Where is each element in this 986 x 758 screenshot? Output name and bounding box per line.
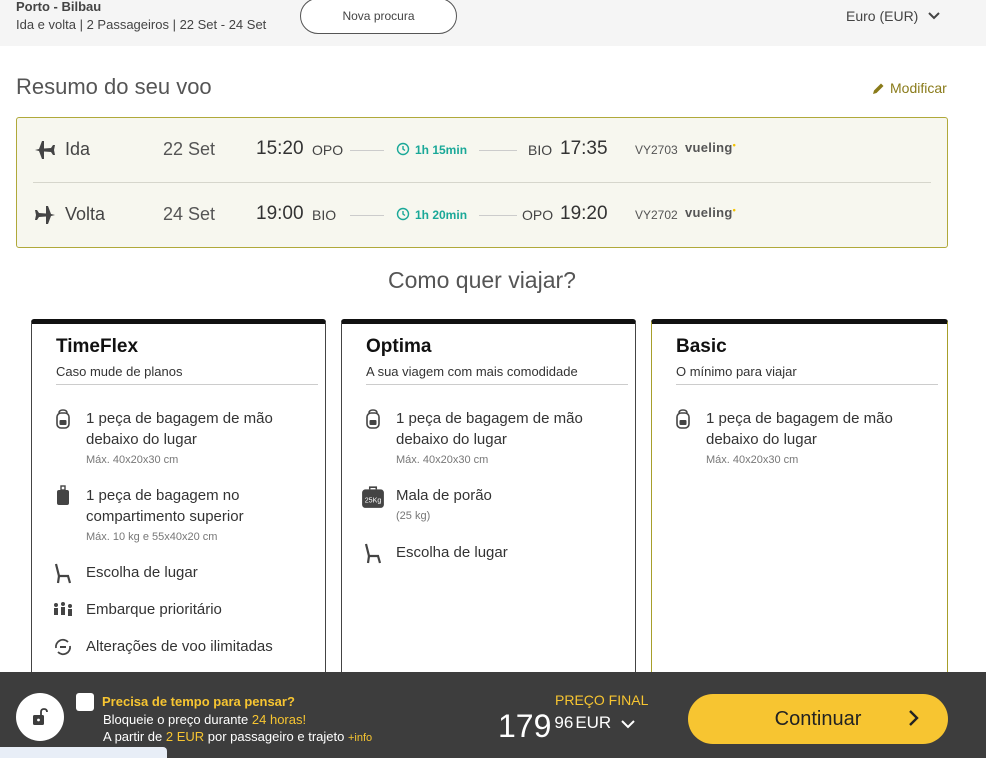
arrival-time: 19:20 [560, 203, 608, 224]
feature-note: Máx. 40x20x30 cm [706, 454, 799, 466]
clock-icon [396, 142, 410, 156]
price-currency: EUR [575, 713, 612, 732]
final-price[interactable]: 179 96 EUR [498, 708, 635, 744]
trip-details: Ida e volta | 2 Passageiros | 22 Set - 2… [16, 17, 267, 32]
route-line [350, 150, 384, 151]
backpack-icon [56, 409, 70, 429]
flight-number: VY2702 [635, 208, 678, 222]
fare-card-basic[interactable]: Basic O mínimo para viajar 1 peça de bag… [651, 319, 948, 699]
feature-note: Máx. 10 kg e 55x40x20 cm [86, 531, 218, 543]
fare-subtitle: A sua viagem com mais comodidade [366, 364, 578, 379]
continue-button[interactable]: Continuar [688, 694, 948, 744]
price-lock-checkbox[interactable] [76, 693, 94, 711]
price-lock-button[interactable] [16, 693, 64, 741]
arrival-time: 17:35 [560, 138, 608, 159]
clock-icon [396, 207, 410, 221]
seat-icon [54, 563, 72, 584]
divider [366, 384, 628, 385]
leg-date: 24 Set [163, 204, 216, 224]
modify-link[interactable]: Modificar [872, 80, 947, 96]
fare-card-optima[interactable]: Optima A sua viagem com mais comodidade … [341, 319, 636, 699]
feature-text: Embarque prioritário [86, 601, 222, 618]
feature-text: 1 peça de bagagem de mão debaixo do luga… [86, 410, 273, 448]
flight-number: VY2703 [635, 143, 678, 157]
fare-card-timeflex[interactable]: TimeFlex Caso mude de planos 1 peça de b… [31, 319, 326, 699]
feature-text: Mala de porão [396, 487, 492, 504]
modify-label: Modificar [890, 80, 947, 96]
fare-section-title: Como quer viajar? [388, 267, 576, 293]
vueling-logo: vueling• [685, 205, 737, 220]
leg-label: Volta [65, 204, 106, 224]
currency-selector[interactable]: Euro (EUR) [846, 8, 941, 24]
price-integer: 179 [498, 708, 552, 744]
checked-bag-25kg-icon: 25Kg [362, 486, 384, 508]
departure-airport: BIO [312, 207, 337, 223]
feature-text: 1 peça de bagagem de mão debaixo do luga… [396, 410, 583, 448]
price-lock-fee: A partir de 2 EUR por passageiro e traje… [103, 729, 373, 744]
flight-change-icon [55, 638, 71, 656]
fare-name: TimeFlex [56, 336, 139, 357]
chevron-right-icon [909, 710, 919, 726]
trolley-bag-icon [57, 485, 69, 505]
route-line [350, 215, 384, 216]
feature-text: Escolha de lugar [396, 544, 508, 561]
price-lock-title: Precisa de tempo para pensar? [102, 694, 295, 709]
backpack-icon [676, 409, 690, 429]
fare-subtitle: O mínimo para viajar [676, 364, 797, 379]
backpack-icon [366, 409, 380, 429]
flight-duration: 1h 15min [415, 143, 468, 157]
more-info-link[interactable]: +info [348, 732, 372, 744]
departure-time: 15:20 [256, 138, 304, 159]
seat-icon [364, 543, 382, 564]
departure-time: 19:00 [256, 203, 304, 224]
unlock-icon [33, 708, 48, 725]
price-decimals: 96 [554, 713, 574, 732]
flight-duration: 1h 20min [415, 208, 468, 222]
chevron-down-icon [928, 12, 941, 20]
checkout-bar: Precisa de tempo para pensar? Bloqueie o… [0, 672, 986, 758]
flight-leg-return: Volta 24 Set 19:00 BIO 1h 20min OPO 19:2… [17, 183, 947, 247]
vueling-logo: vueling• [685, 140, 737, 155]
pencil-icon [873, 83, 884, 94]
divider [56, 384, 318, 385]
route-line [479, 215, 517, 216]
flight-summary-box: Ida 22 Set 15:20 OPO 1h 15min BIO 17:35 … [16, 117, 948, 248]
fare-name: Basic [676, 336, 727, 357]
continue-label: Continuar [774, 707, 862, 730]
leg-label: Ida [65, 139, 91, 159]
price-lock-description: Bloqueie o preço durante 24 horas! [103, 712, 307, 727]
arrival-airport: OPO [522, 207, 554, 223]
feature-text: Alterações de voo ilimitadas [86, 638, 273, 655]
currency-label: Euro (EUR) [846, 8, 919, 24]
feature-note: (25 kg) [396, 510, 431, 522]
fare-name: Optima [366, 336, 432, 357]
new-search-button[interactable]: Nova procura [300, 0, 457, 34]
feature-note: Máx. 40x20x30 cm [396, 454, 489, 466]
fare-subtitle: Caso mude de planos [56, 364, 183, 379]
chevron-down-icon [621, 720, 635, 729]
route-line [479, 150, 517, 151]
divider [676, 384, 938, 385]
final-price-label: PREÇO FINAL [555, 692, 649, 708]
flight-leg-outbound: Ida 22 Set 15:20 OPO 1h 15min BIO 17:35 … [17, 118, 947, 182]
search-summary-bar: Porto - Bilbau Ida e volta | 2 Passageir… [0, 0, 986, 46]
feedback-tab[interactable] [0, 747, 167, 758]
feature-note: Máx. 40x20x30 cm [86, 454, 179, 466]
feature-text: 1 peça de bagagem de mão debaixo do luga… [706, 410, 893, 448]
plane-departure-icon [35, 141, 55, 159]
feature-text: Escolha de lugar [86, 564, 198, 581]
flight-summary-title: Resumo do seu voo [16, 74, 212, 99]
departure-airport: OPO [312, 142, 344, 158]
leg-date: 22 Set [163, 139, 216, 159]
route-title: Porto - Bilbau [16, 0, 102, 14]
svg-text:25Kg: 25Kg [365, 496, 382, 504]
priority-boarding-icon [54, 602, 72, 616]
arrival-airport: BIO [528, 142, 553, 158]
feature-text: 1 peça de bagagem no compartimento super… [86, 487, 244, 525]
plane-return-icon [35, 206, 55, 224]
